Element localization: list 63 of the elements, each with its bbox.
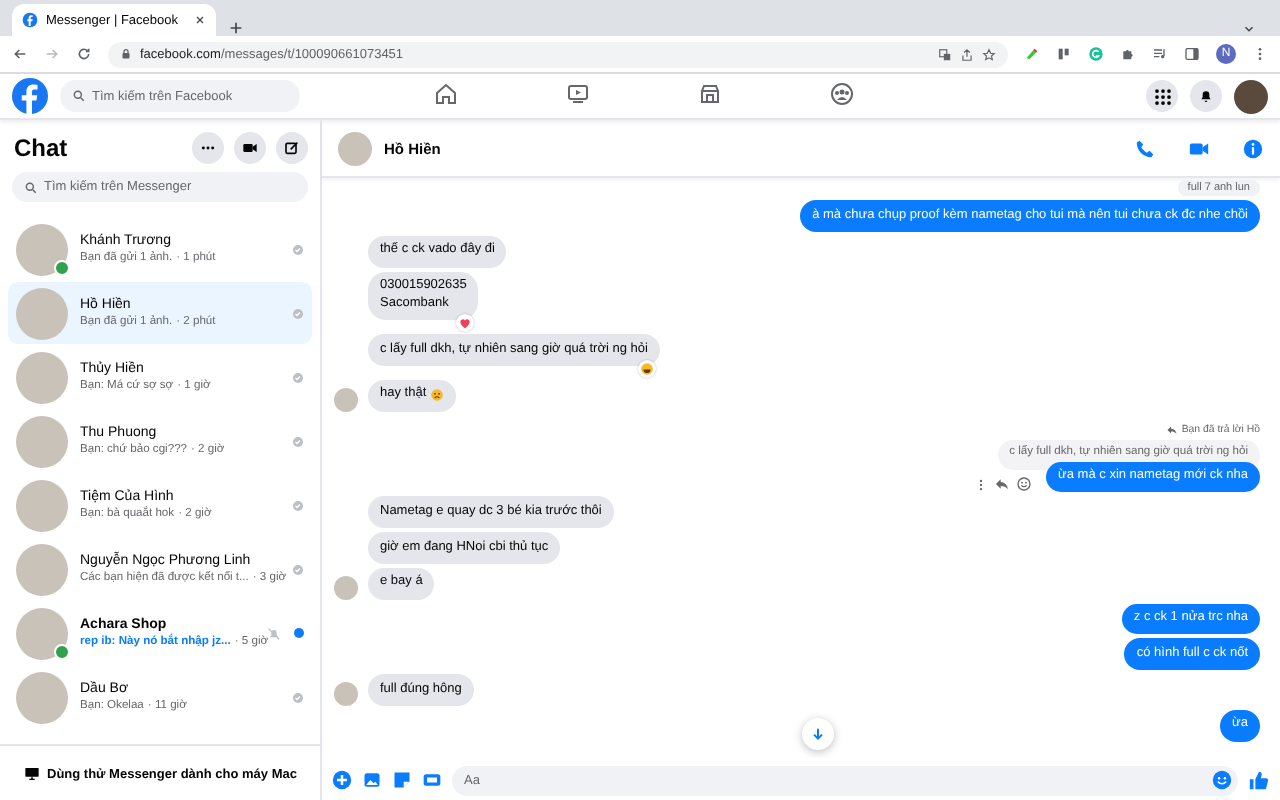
read-check-icon (292, 307, 304, 319)
avatar (16, 479, 68, 531)
new-tab-icon[interactable] (228, 20, 244, 36)
plus-icon[interactable] (332, 770, 352, 790)
bell-icon (1198, 88, 1214, 104)
crying-emoji-icon (430, 388, 445, 403)
new-message-button[interactable] (276, 132, 308, 164)
close-icon[interactable] (194, 14, 206, 26)
options-button[interactable] (192, 132, 224, 164)
image-icon[interactable] (362, 770, 382, 790)
video-icon[interactable] (565, 82, 589, 106)
notifications-button[interactable] (1190, 80, 1222, 112)
info-icon[interactable] (1242, 137, 1264, 159)
translate-icon[interactable] (938, 47, 952, 61)
avatar (16, 671, 68, 723)
phone-icon[interactable] (1134, 137, 1156, 159)
search-icon (24, 180, 38, 194)
chat-title: Chat (14, 134, 70, 162)
back-icon[interactable] (12, 46, 28, 62)
side-panel-icon[interactable] (1184, 46, 1200, 62)
avatar (16, 351, 68, 403)
read-check-icon (292, 243, 304, 255)
menu-button[interactable] (1146, 80, 1178, 112)
playlist-icon[interactable] (1152, 46, 1168, 62)
new-room-button[interactable] (234, 132, 266, 164)
profile-avatar[interactable] (1234, 79, 1268, 113)
contact-avatar (338, 131, 372, 165)
video-camera-icon (242, 140, 258, 156)
avatar (16, 287, 68, 339)
thumbs-up-icon[interactable] (1248, 769, 1270, 791)
messenger-logo-icon (22, 12, 38, 28)
reply-icon[interactable] (994, 476, 1011, 493)
home-icon[interactable] (433, 82, 457, 106)
puzzle-icon[interactable] (1120, 46, 1136, 62)
share-icon[interactable] (960, 47, 974, 61)
read-check-icon (292, 563, 304, 575)
read-check-icon (292, 691, 304, 703)
read-check-icon (292, 499, 304, 511)
star-icon[interactable] (982, 47, 996, 61)
compose-icon (284, 140, 300, 156)
read-check-icon (292, 371, 304, 383)
grid-icon (1153, 87, 1171, 105)
arrow-down-icon (809, 726, 825, 742)
reply-icon (1165, 423, 1178, 436)
avatar (16, 543, 68, 595)
gif-icon[interactable] (422, 770, 442, 790)
scroll-down-button[interactable] (801, 718, 833, 750)
emoji-icon[interactable] (1212, 770, 1232, 790)
read-check-icon (292, 435, 304, 447)
lock-icon (120, 48, 132, 60)
search-icon (72, 89, 86, 103)
store-icon[interactable] (697, 82, 721, 106)
monitor-icon (23, 766, 39, 782)
muted-bell-icon (266, 625, 282, 641)
reload-icon[interactable] (76, 46, 92, 62)
people-icon[interactable] (829, 82, 853, 106)
unread-dot (294, 628, 304, 638)
chevron-down-icon[interactable] (1242, 22, 1256, 36)
facebook-logo-icon[interactable] (12, 78, 48, 114)
reader-icon[interactable] (1056, 46, 1072, 62)
sticker-icon[interactable] (392, 770, 412, 790)
smiley-icon[interactable] (1016, 476, 1033, 493)
avatar (16, 415, 68, 467)
